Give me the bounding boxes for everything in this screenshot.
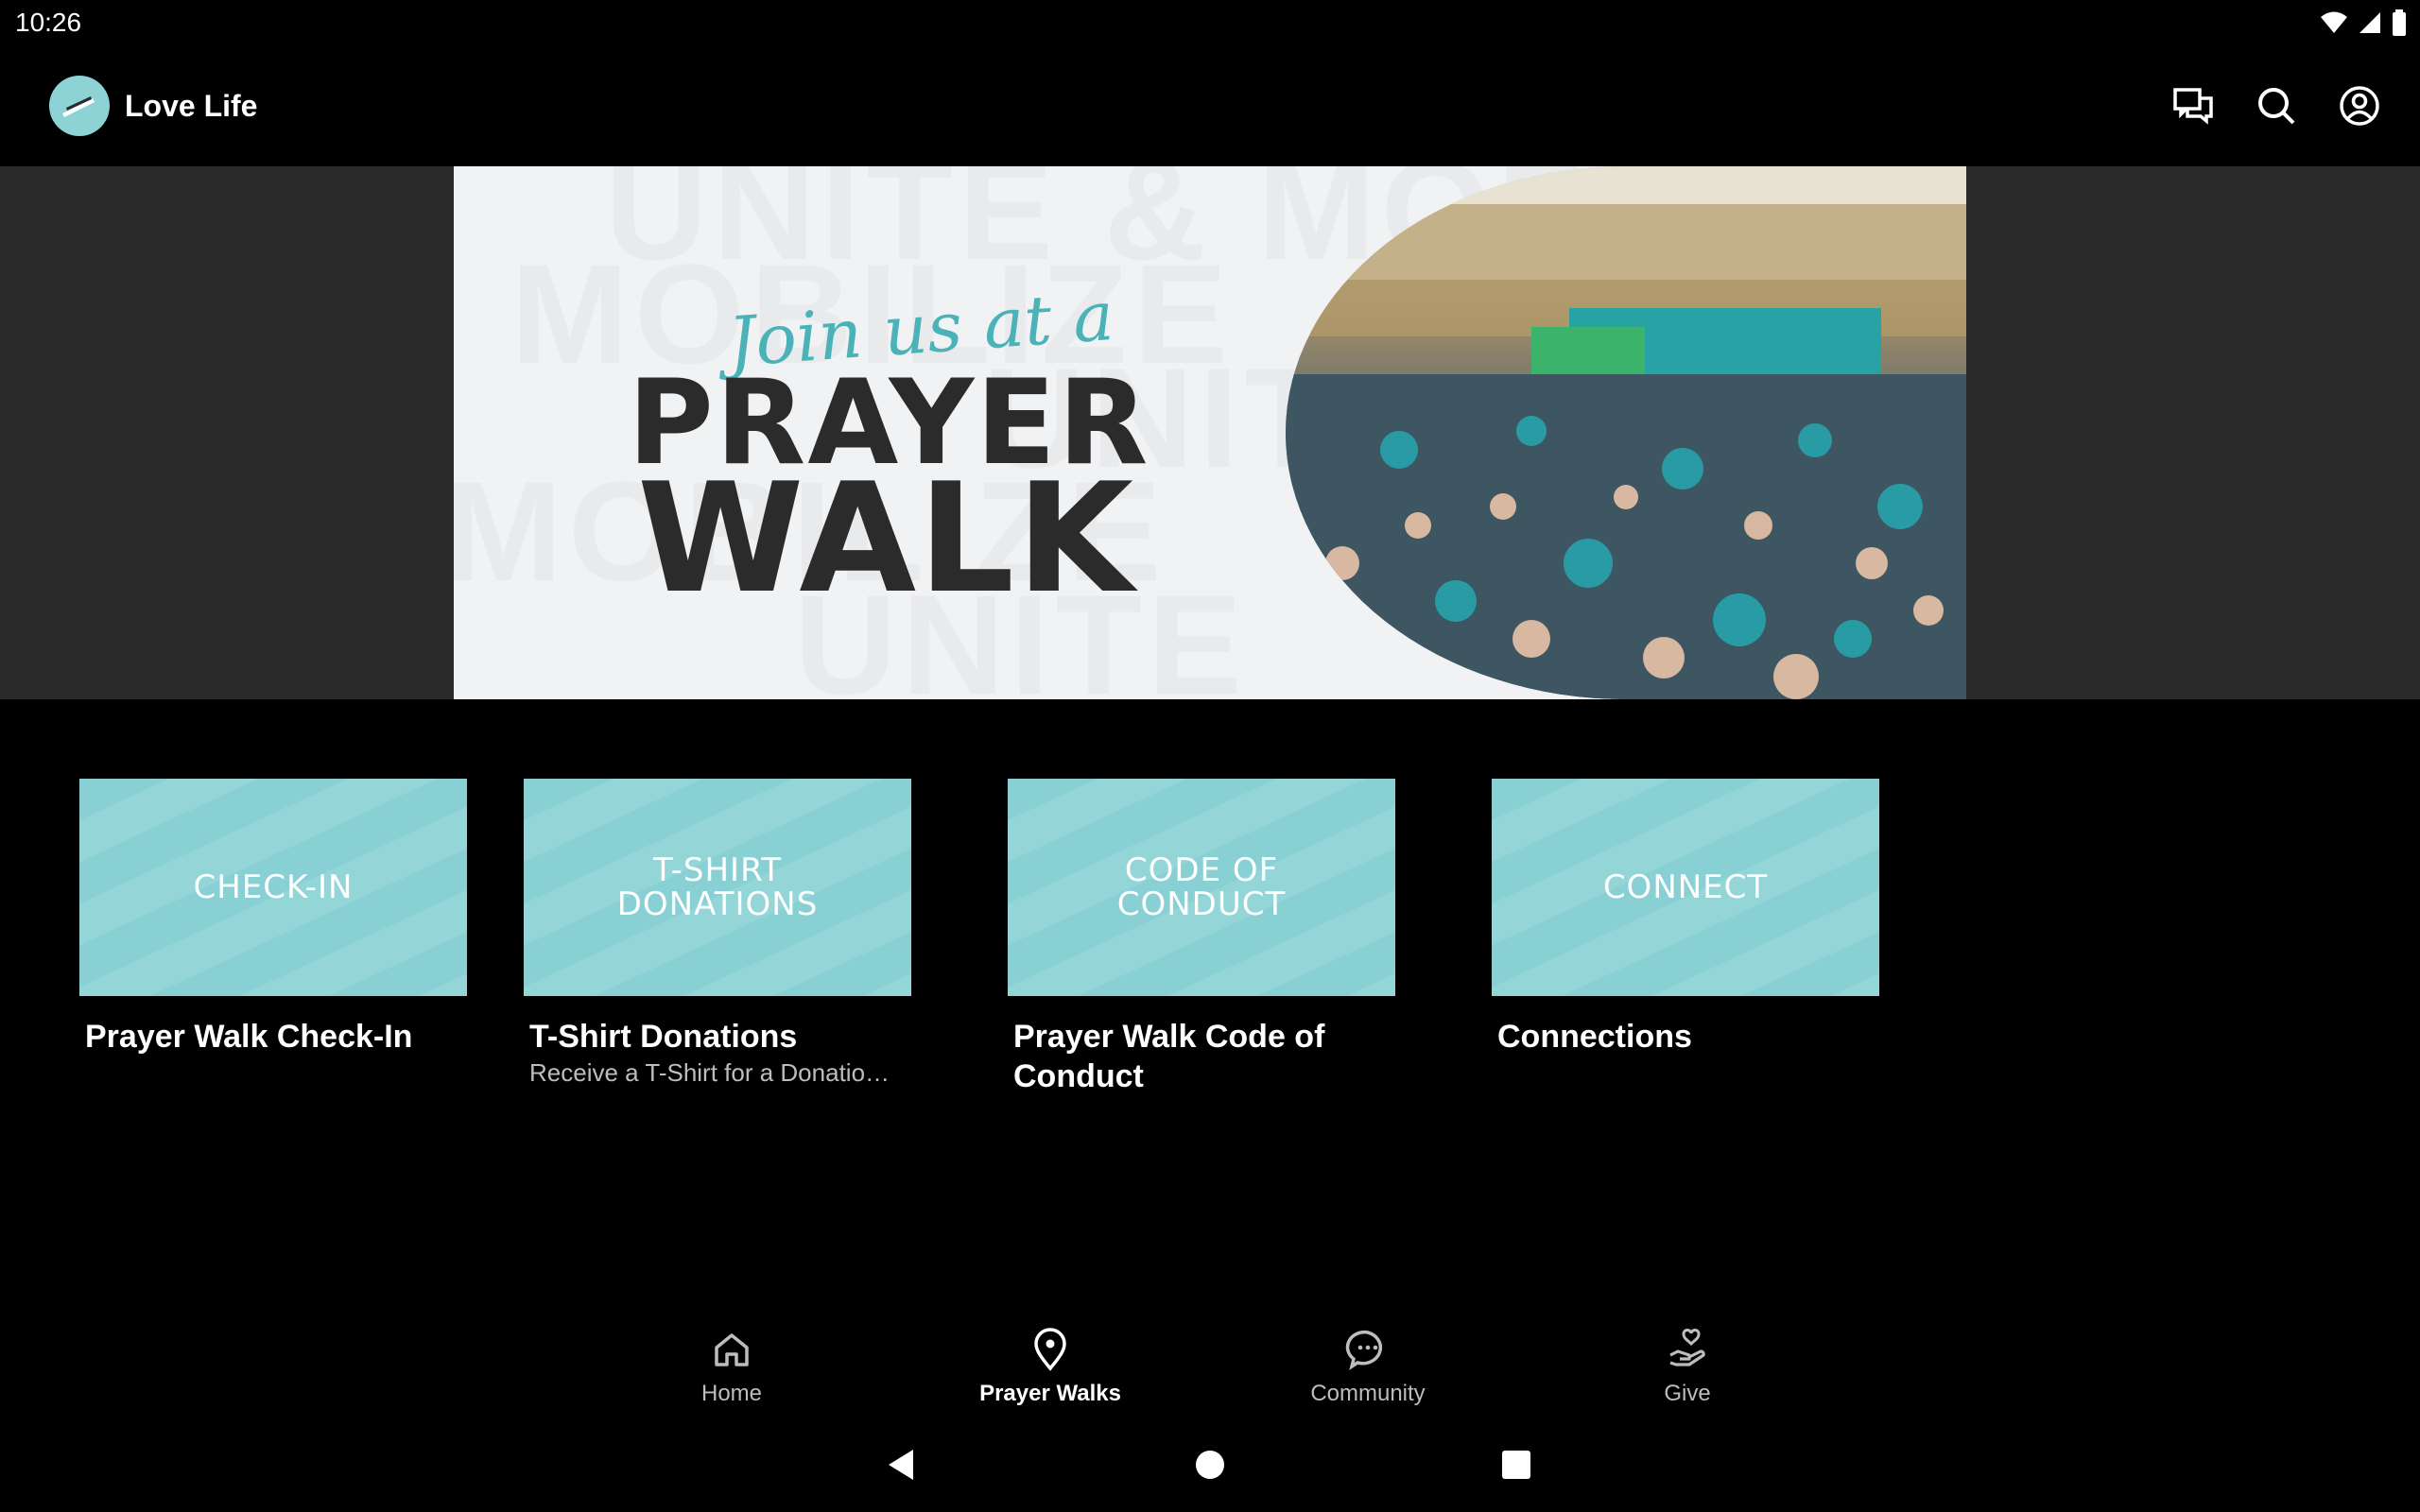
- card-check-in[interactable]: CHECK-IN Prayer Walk Check-In: [79, 779, 467, 1057]
- nav-item-give[interactable]: Give: [1593, 1327, 1782, 1407]
- system-recents-button[interactable]: [1497, 1446, 1535, 1484]
- search-icon: [2258, 88, 2295, 125]
- chat-bubble-icon: [1345, 1330, 1383, 1370]
- card-title: Connections: [1497, 1019, 1692, 1055]
- app-logo[interactable]: [49, 76, 110, 136]
- location-pin-icon: [1034, 1328, 1066, 1371]
- hero-title-line2: WALK: [637, 450, 1136, 627]
- nav-label-home: Home: [700, 1381, 763, 1406]
- card-thumb-text: CODE OF CONDUCT: [1116, 851, 1287, 923]
- home-icon: [715, 1333, 749, 1366]
- account-button[interactable]: [2337, 83, 2382, 129]
- signal-icon: [2360, 12, 2380, 33]
- card-subtitle: Receive a T-Shirt for a Donatio…: [529, 1058, 890, 1087]
- card-thumbnail[interactable]: CODE OF CONDUCT: [1008, 779, 1395, 996]
- cards-grid: CHECK-IN Prayer Walk Check-In T-SHIRT DO…: [0, 779, 2420, 1119]
- home-circle-icon: [1196, 1451, 1224, 1479]
- card-thumbnail[interactable]: T-SHIRT DONATIONS: [524, 779, 911, 996]
- hero-crowd-photo: [1286, 166, 1966, 699]
- app-title: Love Life: [125, 89, 258, 123]
- bottom-nav: Home Prayer Walks Community Give: [0, 1314, 2420, 1418]
- crowd-illustration: [1286, 166, 1966, 699]
- card-title: Prayer Walk Check-In: [85, 1019, 413, 1055]
- card-code-of-conduct[interactable]: CODE OF CONDUCT Prayer Walk Code of Cond…: [1008, 779, 1395, 1096]
- nav-label-give: Give: [1664, 1381, 1711, 1406]
- card-thumb-text: CHECK-IN: [193, 868, 354, 906]
- system-nav-bar: [0, 1418, 2420, 1512]
- system-back-button[interactable]: [883, 1446, 921, 1484]
- nav-label-prayer-walks: Prayer Walks: [979, 1381, 1121, 1406]
- hero-banner[interactable]: UNITE & MOBILIZE MOBILIZE UNITE MOBILIZE…: [454, 166, 1966, 699]
- status-icons: [2320, 9, 2407, 36]
- wifi-icon: [2321, 11, 2347, 33]
- hand-heart-icon: [1669, 1329, 1705, 1366]
- nav-item-home[interactable]: Home: [637, 1327, 826, 1407]
- app-actions: [2170, 83, 2382, 129]
- messages-button[interactable]: [2170, 83, 2216, 129]
- account-icon: [2340, 86, 2379, 126]
- status-bar: 10:26: [0, 0, 2420, 47]
- card-thumbnail[interactable]: CONNECT: [1492, 779, 1879, 996]
- nav-item-community[interactable]: Community: [1273, 1327, 1462, 1407]
- status-time: 10:26: [15, 8, 82, 37]
- card-thumb-text: T-SHIRT DONATIONS: [616, 851, 819, 923]
- search-button[interactable]: [2254, 83, 2299, 129]
- card-thumb-text: CONNECT: [1602, 868, 1769, 906]
- nav-label-community: Community: [1310, 1381, 1426, 1406]
- nav-item-prayer-walks[interactable]: Prayer Walks: [956, 1327, 1145, 1407]
- card-thumbnail[interactable]: CHECK-IN: [79, 779, 467, 996]
- battery-icon: [2393, 9, 2406, 36]
- app-bar: Love Life: [0, 47, 2420, 166]
- card-tshirt-donations[interactable]: T-SHIRT DONATIONS T-Shirt Donations Rece…: [524, 779, 911, 1088]
- system-home-button[interactable]: [1191, 1446, 1229, 1484]
- card-connections[interactable]: CONNECT Connections: [1492, 779, 1879, 1057]
- chat-icon: [2173, 88, 2213, 125]
- recents-square-icon: [1502, 1451, 1530, 1479]
- logo-icon: [62, 96, 95, 117]
- back-triangle-icon: [889, 1450, 913, 1480]
- card-title: T-Shirt Donations: [529, 1019, 798, 1055]
- card-title: Prayer Walk Code of Conduct: [1013, 1019, 1325, 1094]
